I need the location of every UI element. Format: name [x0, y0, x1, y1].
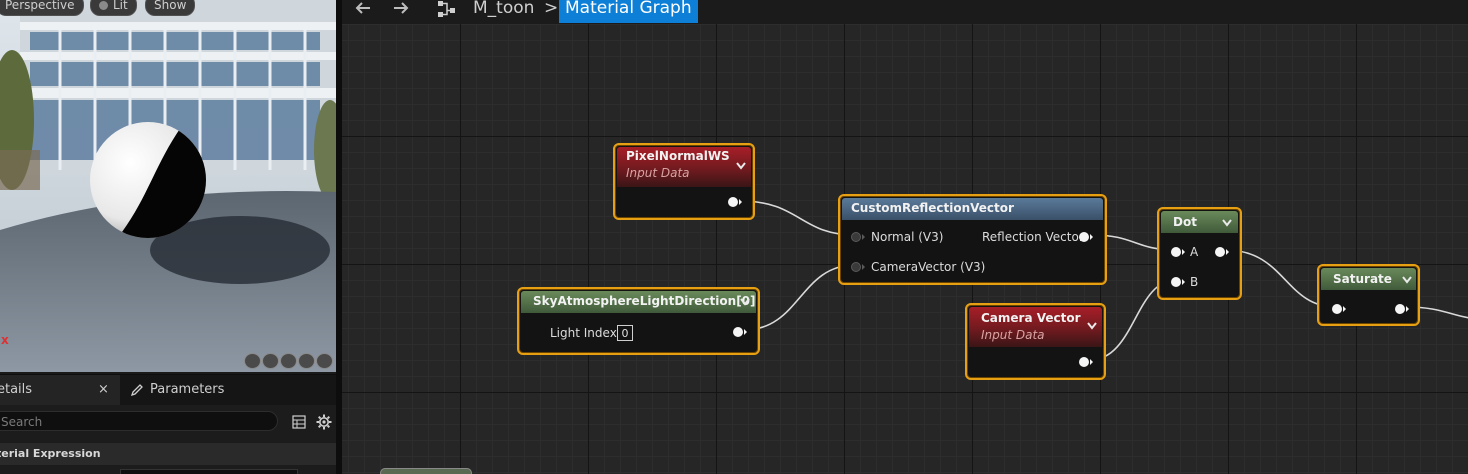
- axis-indicator: x: [1, 333, 9, 347]
- lit-label: Lit: [113, 0, 128, 12]
- node-dot[interactable]: Dot A B: [1157, 207, 1242, 300]
- search-row: Search: [0, 409, 336, 435]
- preview-scene: [0, 0, 336, 372]
- chevron-down-icon[interactable]: [1087, 322, 1097, 330]
- search-input[interactable]: Search: [0, 411, 278, 431]
- perspective-button[interactable]: Perspective: [0, 0, 84, 16]
- tab-details-label: etails: [0, 382, 33, 397]
- output-pin-icon[interactable]: [1214, 246, 1230, 258]
- node-title: Saturate: [1333, 272, 1392, 286]
- output-reflection-label: Reflection Vector: [982, 230, 1084, 244]
- gear-icon[interactable]: [316, 414, 332, 430]
- input-pin-icon[interactable]: [849, 231, 865, 243]
- node-pixel-normal-ws[interactable]: PixelNormalWS Input Data: [613, 143, 755, 220]
- chevron-down-icon[interactable]: [736, 162, 746, 170]
- table-view-icon[interactable]: [292, 415, 306, 429]
- show-button[interactable]: Show: [145, 0, 196, 16]
- node-title: PixelNormalWS: [626, 149, 730, 163]
- teapot-preview-icon[interactable]: [316, 353, 333, 369]
- material-editor: Perspective Lit Show x etails × Paramete…: [0, 0, 1468, 474]
- tab-parameters-label: Parameters: [150, 382, 225, 397]
- details-tab-bar: etails × Parameters: [0, 375, 336, 405]
- light-index-label: Light Index: [550, 326, 617, 340]
- back-arrow-icon[interactable]: [352, 0, 374, 18]
- input-normal-label: Normal (V3): [871, 230, 944, 244]
- input-pin-icon[interactable]: [1331, 303, 1347, 315]
- preview-viewport[interactable]: Perspective Lit Show x: [0, 0, 336, 372]
- light-index-input[interactable]: 0: [617, 325, 633, 341]
- output-pin-icon[interactable]: [1394, 303, 1410, 315]
- partial-node-offscreen[interactable]: [380, 468, 472, 474]
- graph-icon: [438, 1, 455, 17]
- cylinder-preview-icon[interactable]: [244, 353, 261, 369]
- details-panel: etails × Parameters Search terial Expres…: [0, 374, 336, 474]
- pencil-icon: [130, 384, 143, 397]
- node-subtitle: Input Data: [626, 166, 690, 180]
- node-custom-reflection-vector[interactable]: CustomReflectionVector Normal (V3) Camer…: [838, 194, 1107, 285]
- input-b-label: B: [1190, 275, 1199, 289]
- close-icon[interactable]: ×: [98, 375, 109, 405]
- input-a-label: A: [1190, 245, 1199, 259]
- node-title: CustomReflectionVector: [851, 201, 1014, 215]
- output-pin-icon[interactable]: [727, 196, 743, 208]
- chevron-down-icon[interactable]: [740, 298, 750, 306]
- input-pin-icon[interactable]: [1170, 246, 1186, 258]
- tab-parameters[interactable]: Parameters: [124, 375, 314, 405]
- cube-preview-icon[interactable]: [298, 353, 315, 369]
- lit-mode-icon: [99, 1, 108, 10]
- property-value-field[interactable]: [120, 469, 298, 474]
- tab-details[interactable]: etails ×: [0, 375, 120, 405]
- node-title: Camera Vector: [981, 311, 1081, 325]
- input-pin-icon[interactable]: [1170, 276, 1186, 288]
- node-sky-atmosphere-light-direction[interactable]: SkyAtmosphereLightDirection[0] Light Ind…: [517, 287, 760, 355]
- plane-preview-icon[interactable]: [280, 353, 297, 369]
- forward-arrow-icon[interactable]: [390, 0, 412, 18]
- chevron-down-icon[interactable]: [1402, 276, 1412, 284]
- input-pin-icon[interactable]: [849, 261, 865, 273]
- preview-mesh-toolbar: [244, 353, 333, 370]
- output-pin-icon[interactable]: [732, 326, 748, 338]
- input-camera-vector-label: CameraVector (V3): [871, 260, 986, 274]
- output-pin-icon[interactable]: [1078, 356, 1094, 368]
- node-title: SkyAtmosphereLightDirection[0]: [533, 294, 756, 308]
- breadcrumb-asset[interactable]: M_toon: [473, 0, 534, 19]
- breadcrumb-separator: >: [544, 0, 559, 18]
- node-camera-vector[interactable]: Camera Vector Input Data: [965, 303, 1106, 380]
- node-title: Dot: [1173, 215, 1197, 229]
- output-pin-icon[interactable]: [1078, 231, 1094, 243]
- sphere-preview-icon[interactable]: [262, 353, 279, 369]
- breadcrumb-current[interactable]: Material Graph: [559, 0, 698, 23]
- category-header[interactable]: terial Expression: [0, 443, 336, 465]
- node-subtitle: Input Data: [981, 328, 1045, 342]
- lit-button[interactable]: Lit: [90, 0, 137, 16]
- chevron-down-icon[interactable]: [1222, 219, 1232, 227]
- graph-breadcrumb-bar: M_toon > Material Graph: [342, 0, 1468, 24]
- node-saturate[interactable]: Saturate: [1317, 264, 1420, 326]
- category-header-label: terial Expression: [0, 447, 101, 460]
